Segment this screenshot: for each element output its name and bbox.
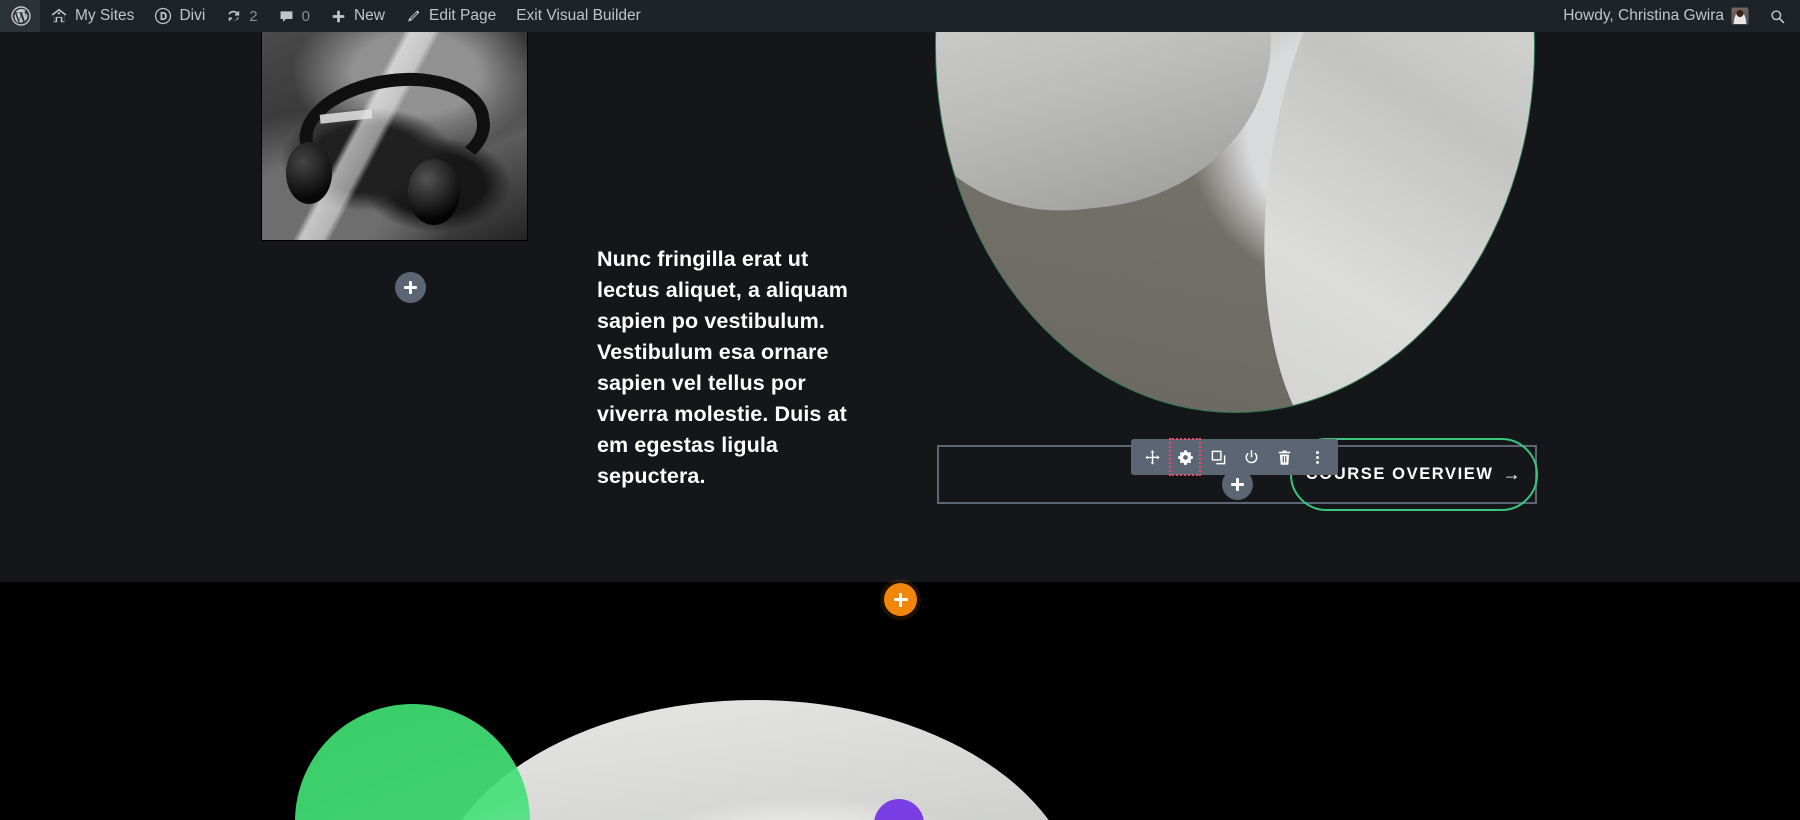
add-section-button[interactable] <box>884 583 917 616</box>
admin-bar-label-my-sites: My Sites <box>75 7 135 24</box>
headphones-left-cup-shape <box>285 142 332 205</box>
admin-bar-item-exit-visual-builder[interactable]: Exit Visual Builder <box>506 0 651 32</box>
wordpress-logo-button[interactable] <box>0 0 40 32</box>
power-icon[interactable] <box>1236 442 1266 472</box>
sites-icon <box>50 7 68 25</box>
admin-bar-item-edit-page[interactable]: Edit Page <box>395 0 506 32</box>
gear-icon[interactable] <box>1169 438 1201 476</box>
plus-icon <box>893 592 908 607</box>
comments-count: 0 <box>301 7 310 25</box>
visual-builder-canvas: Nunc fringilla erat ut lectus aliquet, a… <box>0 32 1800 820</box>
avatar <box>1731 7 1749 25</box>
duplicate-icon[interactable] <box>1203 442 1233 472</box>
text-module-paragraph[interactable]: Nunc fringilla erat ut lectus aliquet, a… <box>597 244 867 492</box>
move-handle-icon[interactable] <box>1137 442 1167 472</box>
admin-bar-label-exit-visual-builder: Exit Visual Builder <box>516 7 641 24</box>
updates-count: 2 <box>249 7 258 25</box>
admin-bar-label-edit-page: Edit Page <box>428 7 497 24</box>
wordpress-logo-icon <box>11 6 31 26</box>
plus-icon <box>1231 478 1244 491</box>
pencil-icon <box>405 8 422 25</box>
admin-bar-item-account[interactable]: Howdy, Christina Gwira <box>1553 0 1759 32</box>
wp-admin-bar: My Sites Divi 2 0 New Edit Page Exit Vis… <box>0 0 1800 32</box>
add-module-button-left-column[interactable] <box>395 272 426 303</box>
admin-bar-item-new[interactable]: New <box>320 0 395 32</box>
howdy-label: Howdy, Christina Gwira <box>1563 7 1724 24</box>
sweater-left-sleeve-shape <box>936 32 1287 226</box>
plus-icon <box>330 8 347 25</box>
comments-icon <box>278 8 295 25</box>
admin-bar-item-comments[interactable]: 0 <box>268 0 320 32</box>
module-hover-toolbar <box>1131 438 1338 476</box>
admin-bar-item-my-sites[interactable]: My Sites <box>40 0 144 32</box>
divi-icon <box>154 7 172 25</box>
admin-bar-search-button[interactable] <box>1759 0 1800 32</box>
admin-bar-label-divi: Divi <box>179 7 206 24</box>
admin-bar-item-divi[interactable]: Divi <box>144 0 215 32</box>
plus-icon <box>404 281 417 294</box>
admin-bar-label-new: New <box>353 7 385 24</box>
trash-icon[interactable] <box>1269 442 1299 472</box>
headphones-right-cup-shape <box>407 159 460 226</box>
vertical-dots-icon[interactable] <box>1302 442 1332 472</box>
arrow-right-icon: → <box>1502 464 1523 484</box>
course-overview-button-label-wrap: COURSE OVERVIEW → <box>1306 464 1522 485</box>
image-module-headphones[interactable] <box>261 32 528 241</box>
search-icon <box>1769 8 1786 25</box>
admin-bar-item-updates[interactable]: 2 <box>215 0 267 32</box>
updates-icon <box>225 8 242 25</box>
